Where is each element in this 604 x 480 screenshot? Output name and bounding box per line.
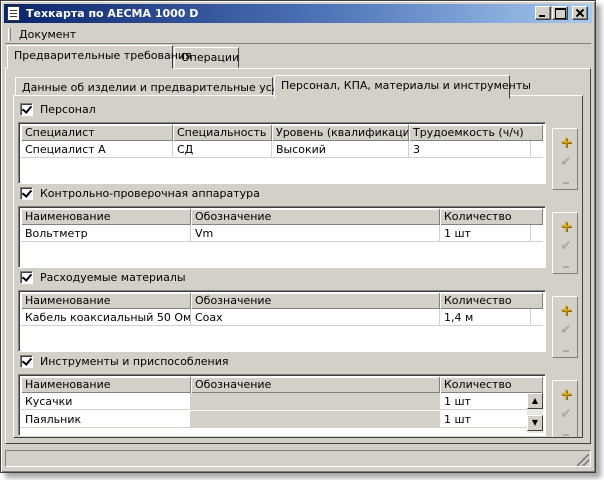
cell-name[interactable]: Кабель коаксиальный 50 Омный [21,309,191,326]
cell-specialty[interactable]: СД [173,141,272,158]
minimize-button[interactable] [535,6,551,20]
col-name[interactable]: Наименование [21,293,191,309]
personnel-tools: + ✔ – [552,128,578,191]
tab-prerequisites[interactable]: Предварительные требования [7,45,192,69]
materials-label: Расходуемые материалы [40,271,186,284]
checkmark-icon[interactable]: ✔ [557,237,575,255]
table-header: Специалист Специальность Уровень (квалиф… [21,125,543,141]
cell-designation[interactable]: Coax [191,309,440,326]
table-header: Наименование Обозначение Количество [21,209,543,225]
col-quantity[interactable]: Количество [440,209,543,225]
cell-designation[interactable] [191,411,440,428]
col-level[interactable]: Уровень (квалификация) [272,125,409,141]
col-name[interactable]: Наименование [21,209,191,225]
tools-tools: + ✔ – [552,380,578,437]
cell-quantity[interactable]: 1 шт [440,393,528,410]
scroll-down-button[interactable]: ▼ [527,415,543,431]
personnel-checkbox[interactable] [20,103,33,116]
equipment-tools: + ✔ – [552,212,578,275]
col-quantity[interactable]: Количество [440,377,543,393]
minus-icon[interactable]: – [557,425,575,437]
tools-scrollbar[interactable]: ▲ ▼ [527,393,543,433]
menu-document[interactable]: Документ [19,28,76,41]
tools-table: Наименование Обозначение Количество Куса… [18,374,546,436]
add-icon[interactable]: + [557,301,575,319]
personnel-label: Персонал [40,103,96,116]
table-row[interactable]: Паяльник 1 шт [21,411,543,428]
status-pane [5,450,591,467]
cell-name[interactable]: Паяльник [21,411,191,428]
equipment-table: Наименование Обозначение Количество Воль… [18,206,546,268]
minus-icon[interactable]: – [557,341,575,359]
materials-table: Наименование Обозначение Количество Кабе… [18,290,546,352]
table-row[interactable]: Кусачки 1 шт [21,393,543,410]
personnel-table: Специалист Специальность Уровень (квалиф… [18,122,546,184]
cell-designation[interactable] [191,393,440,410]
add-icon[interactable]: + [557,133,575,151]
materials-checkbox[interactable] [20,271,33,284]
main-window: Техкарта по AECMA 1000 D Документ Предва… [0,0,596,473]
table-row[interactable]: Кабель коаксиальный 50 Омный Coax 1,4 м [21,309,543,326]
cell-specialist[interactable]: Специалист А [21,141,173,158]
minus-icon[interactable]: – [557,257,575,275]
col-specialist[interactable]: Специалист [21,125,173,141]
tools-label: Инструменты и приспособления [40,355,229,368]
cell-labor[interactable]: 3 [409,141,531,158]
col-designation[interactable]: Обозначение [191,377,440,393]
maximize-button[interactable] [552,6,568,20]
menu-grip [8,28,11,41]
col-designation[interactable]: Обозначение [191,209,440,225]
title-bar[interactable]: Техкарта по AECMA 1000 D [4,4,592,23]
cell-name[interactable]: Кусачки [21,393,191,410]
close-button[interactable] [572,6,588,20]
scroll-up-button[interactable]: ▲ [527,393,543,409]
cell-quantity[interactable]: 1,4 м [440,309,531,326]
minus-icon[interactable]: – [557,173,575,191]
col-quantity[interactable]: Количество [440,293,543,309]
cell-designation[interactable]: Vm [191,225,440,242]
materials-tools: + ✔ – [552,296,578,359]
tools-checkbox[interactable] [20,355,33,368]
personnel-materials-panel: Персонал Специалист Специальность Уровен… [13,95,583,438]
checkmark-icon[interactable]: ✔ [557,321,575,339]
equipment-checkbox[interactable] [20,187,33,200]
status-bar [5,448,591,468]
col-specialty[interactable]: Специальность [173,125,272,141]
window-title: Техкарта по AECMA 1000 D [26,7,199,20]
table-header: Наименование Обозначение Количество [21,377,543,393]
col-name[interactable]: Наименование [21,377,191,393]
table-row[interactable]: Вольтметр Vm 1 шт [21,225,543,242]
add-icon[interactable]: + [557,385,575,403]
col-designation[interactable]: Обозначение [191,293,440,309]
tab-personnel-materials[interactable]: Персонал, КПА, материалы и инструменты [274,75,531,99]
cell-name[interactable]: Вольтметр [21,225,191,242]
document-icon [7,6,20,21]
cell-level[interactable]: Высокий [272,141,409,158]
resize-grip-icon[interactable] [577,454,589,466]
table-header: Наименование Обозначение Количество [21,293,543,309]
add-icon[interactable]: + [557,217,575,235]
cell-quantity[interactable]: 1 шт [440,225,531,242]
cell-quantity[interactable]: 1 шт [440,411,528,428]
checkmark-icon[interactable]: ✔ [557,405,575,423]
equipment-label: Контрольно-проверочная аппаратура [40,187,260,200]
table-row[interactable]: Специалист А СД Высокий 3 [21,141,543,158]
col-labor[interactable]: Трудоемкость (ч/ч) [409,125,543,141]
checkmark-icon[interactable]: ✔ [557,153,575,171]
menu-bar: Документ [5,26,591,44]
